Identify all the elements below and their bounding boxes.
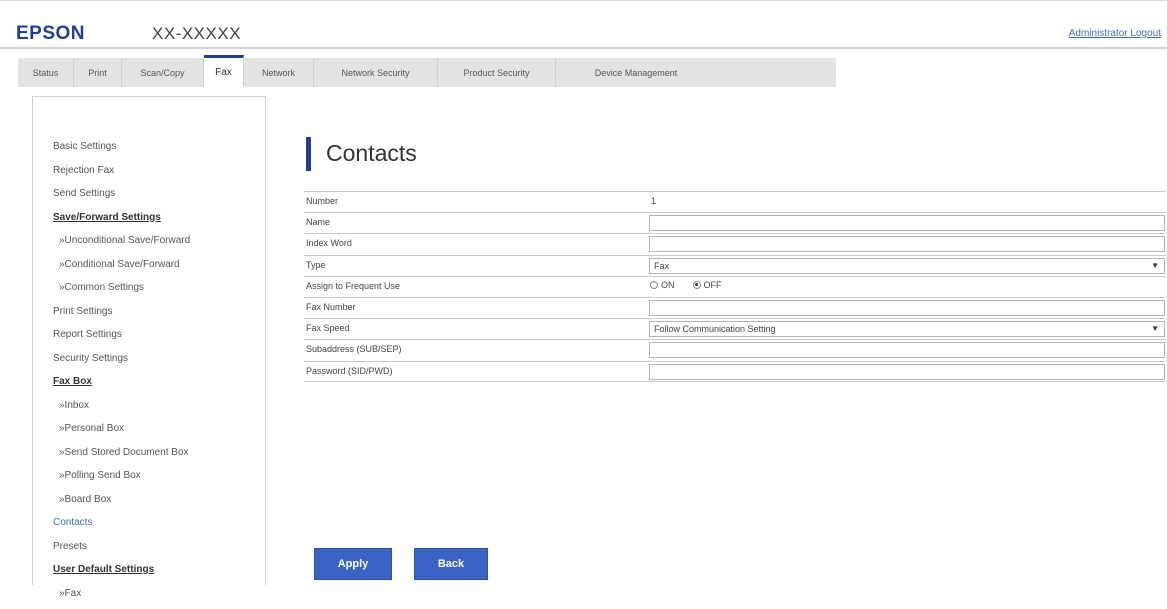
subaddress-input[interactable] [649, 342, 1165, 358]
sidebar-item-contacts[interactable]: Contacts [33, 515, 265, 539]
top-header: EPSON XX-XXXXX Administrator Logout [0, 0, 1167, 50]
fax-speed-select[interactable]: Follow Communication Setting ▼ [649, 321, 1165, 337]
frequent-use-label: Assign to Frequent Use [306, 281, 400, 291]
sidebar-item-basic-settings[interactable]: Basic Settings [33, 139, 265, 163]
sidebar-item-report-settings[interactable]: Report Settings [33, 327, 265, 351]
index-word-label: Index Word [306, 238, 352, 248]
type-select[interactable]: Fax ▼ [649, 258, 1165, 274]
number-value: 1 [651, 196, 656, 206]
sidebar-item-presets[interactable]: Presets [33, 539, 265, 563]
radio-checked-icon [693, 281, 701, 289]
form-row-frequent-use: Assign to Frequent Use ON OFF [304, 276, 1166, 297]
sidebar-item-send-stored-document-box[interactable]: »Send Stored Document Box [33, 445, 265, 469]
password-input[interactable] [649, 364, 1165, 380]
contact-form: Number 1 Name Index Word Type Fax ▼ Assi… [304, 191, 1166, 382]
form-row-index-word: Index Word [304, 233, 1166, 254]
fax-number-label: Fax Number [306, 302, 356, 312]
administrator-logout-link[interactable]: Administrator Logout [1069, 28, 1161, 39]
chevron-down-icon: ▼ [1151, 261, 1159, 270]
tab-network-security[interactable]: Network Security [314, 58, 438, 87]
sidebar-item-personal-box[interactable]: »Personal Box [33, 421, 265, 445]
tab-device-management[interactable]: Device Management [556, 58, 716, 87]
chevron-down-icon: ▼ [1151, 324, 1159, 333]
sidebar-item-unconditional-save-forward[interactable]: »Unconditional Save/Forward [33, 233, 265, 257]
frequent-use-on-radio[interactable]: ON [650, 280, 675, 290]
sidebar-item-rejection-fax[interactable]: Rejection Fax [33, 163, 265, 187]
sidebar-item-polling-send-box[interactable]: »Polling Send Box [33, 468, 265, 492]
frequent-use-off-label: OFF [704, 280, 722, 290]
sidebar-item-security-settings[interactable]: Security Settings [33, 351, 265, 375]
form-row-type: Type Fax ▼ [304, 255, 1166, 276]
type-label: Type [306, 260, 326, 270]
sidebar-item-common-settings[interactable]: »Common Settings [33, 280, 265, 304]
tab-network[interactable]: Network [244, 58, 314, 87]
frequent-use-on-label: ON [661, 280, 675, 290]
form-row-fax-number: Fax Number [304, 297, 1166, 318]
form-row-fax-speed: Fax Speed Follow Communication Setting ▼ [304, 318, 1166, 339]
password-label: Password (SID/PWD) [306, 366, 393, 376]
tab-scan-copy[interactable]: Scan/Copy [122, 58, 204, 87]
fax-speed-select-value: Follow Communication Setting [654, 324, 776, 334]
printer-model: XX-XXXXX [152, 24, 241, 44]
subaddress-label: Subaddress (SUB/SEP) [306, 344, 402, 354]
sidebar-item-user-default-settings[interactable]: User Default Settings [33, 562, 265, 586]
sidebar-item-inbox[interactable]: »Inbox [33, 398, 265, 422]
sidebar-item-board-box[interactable]: »Board Box [33, 492, 265, 516]
form-row-password: Password (SID/PWD) [304, 361, 1166, 382]
number-label: Number [306, 196, 338, 206]
form-row-number: Number 1 [304, 191, 1166, 212]
name-input[interactable] [649, 215, 1165, 231]
header-divider [0, 47, 1167, 49]
fax-number-input[interactable] [649, 300, 1165, 316]
sidebar-item-conditional-save-forward[interactable]: »Conditional Save/Forward [33, 257, 265, 281]
frequent-use-radio-group: ON OFF [650, 280, 722, 290]
tab-status[interactable]: Status [18, 58, 74, 87]
index-word-input[interactable] [649, 236, 1165, 252]
type-select-value: Fax [654, 261, 669, 271]
fax-speed-label: Fax Speed [306, 323, 350, 333]
tab-print[interactable]: Print [74, 58, 122, 87]
tab-fax[interactable]: Fax [204, 55, 244, 87]
form-row-name: Name [304, 212, 1166, 233]
sidebar-item-print-settings[interactable]: Print Settings [33, 304, 265, 328]
sidebar-menu: Basic Settings Rejection Fax Send Settin… [32, 96, 266, 585]
back-button[interactable]: Back [414, 548, 488, 580]
sidebar-item-save-forward-settings[interactable]: Save/Forward Settings [33, 210, 265, 234]
form-row-subaddress: Subaddress (SUB/SEP) [304, 339, 1166, 360]
radio-unchecked-icon [650, 281, 658, 289]
tab-bar: Status Print Scan/Copy Fax Network Netwo… [18, 58, 836, 87]
sidebar-item-send-settings[interactable]: Send Settings [33, 186, 265, 210]
epson-logo: EPSON [16, 23, 85, 45]
title-accent-bar [306, 137, 311, 171]
sidebar-item-user-default-fax[interactable]: »Fax [33, 586, 265, 609]
tab-product-security[interactable]: Product Security [438, 58, 556, 87]
frequent-use-off-radio[interactable]: OFF [693, 280, 722, 290]
name-label: Name [306, 217, 330, 227]
sidebar-item-fax-box[interactable]: Fax Box [33, 374, 265, 398]
apply-button[interactable]: Apply [314, 548, 392, 580]
page-title: Contacts [326, 140, 417, 167]
